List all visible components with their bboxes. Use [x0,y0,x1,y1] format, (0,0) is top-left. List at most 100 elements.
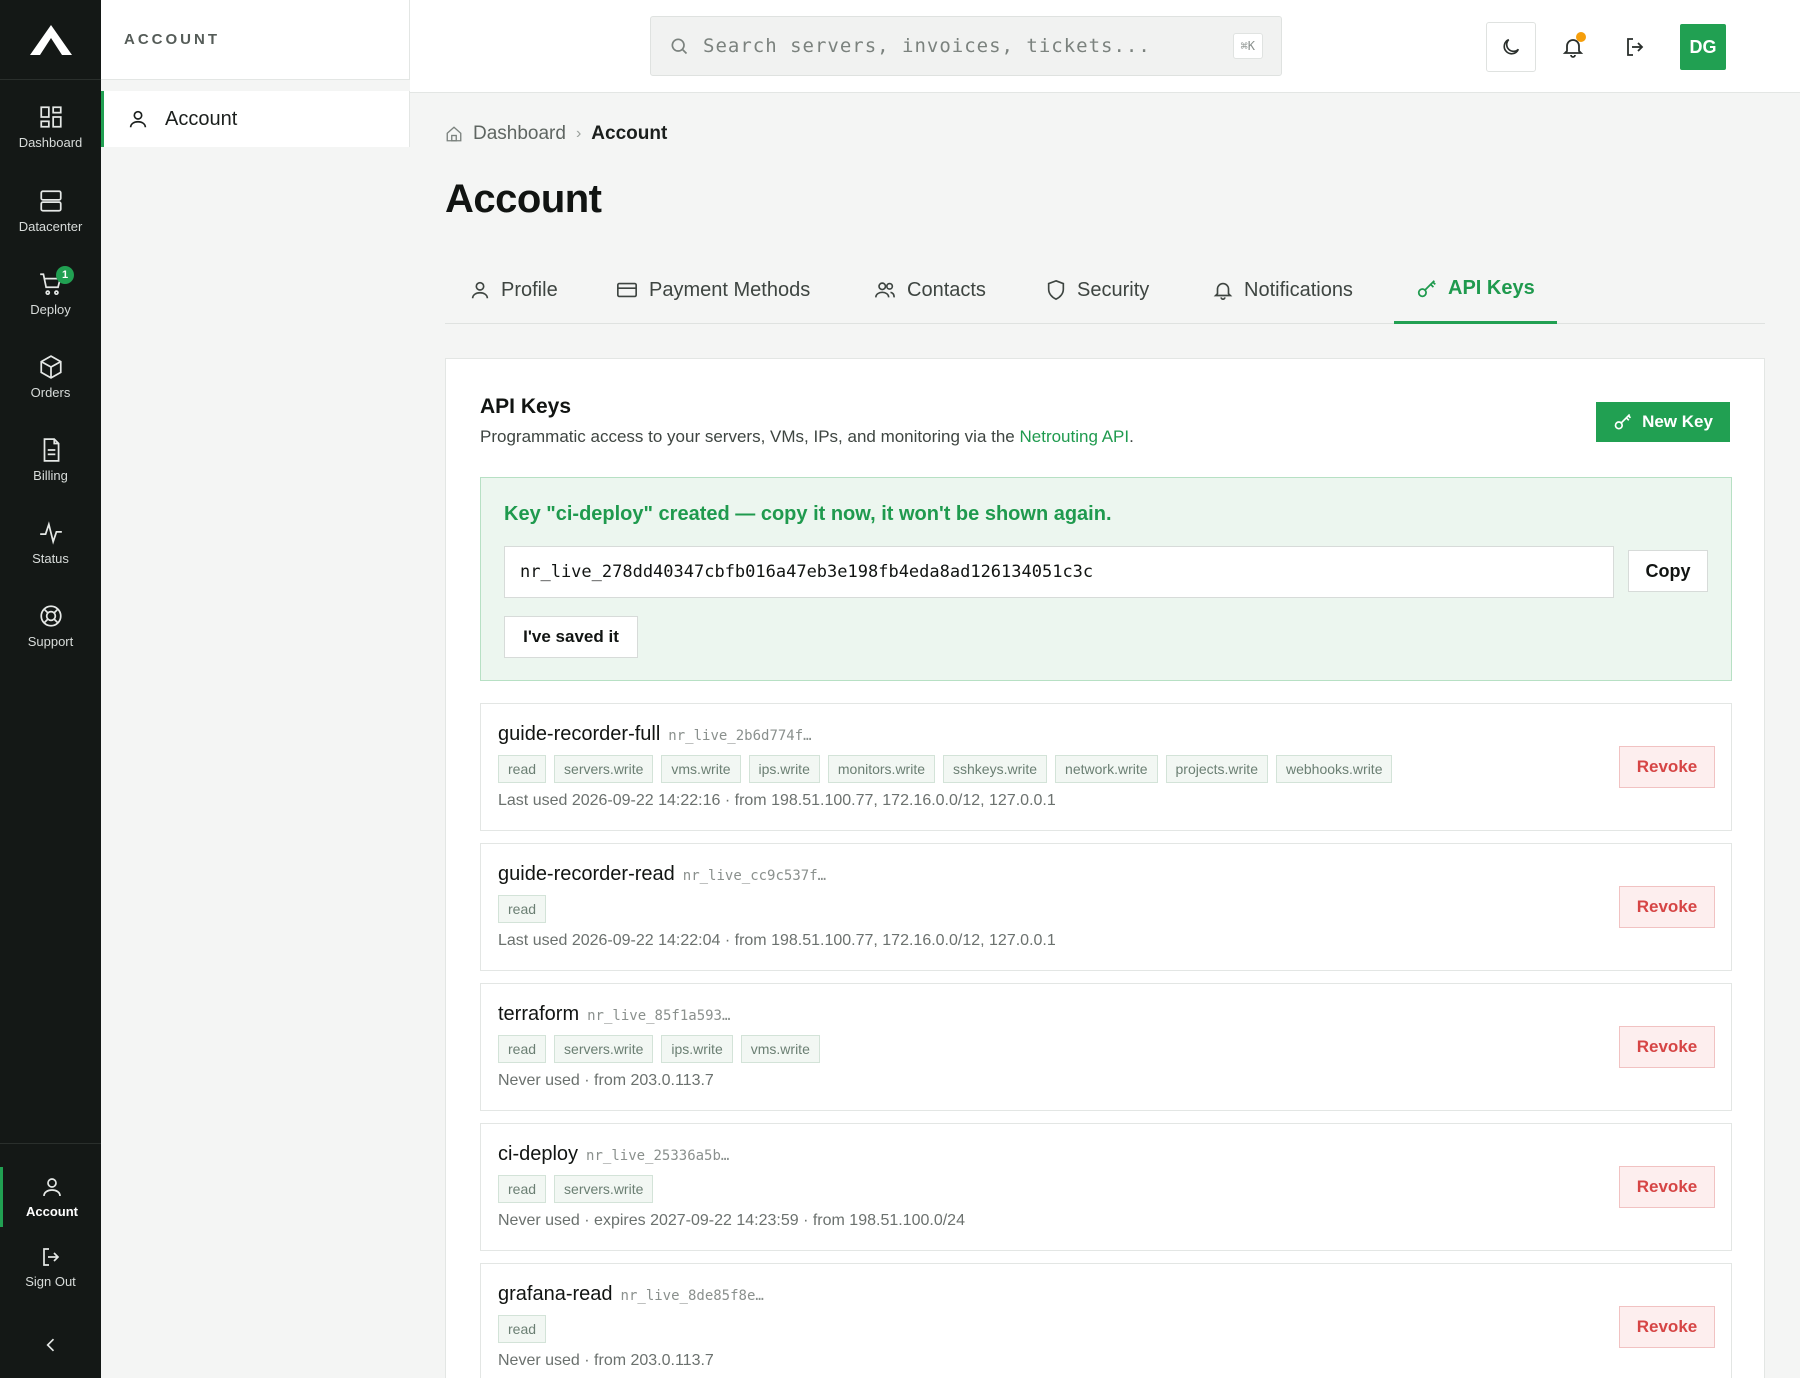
tab-api-keys[interactable]: API Keys [1394,256,1557,324]
tab-contacts[interactable]: Contacts [871,256,988,324]
api-key-row: guide-recorder-read nr_live_cc9c537f…read… [480,843,1732,971]
search-input[interactable] [703,35,1219,57]
tab-label: API Keys [1448,277,1535,299]
search-shortcut: ⌘K [1232,33,1263,59]
saved-key-button[interactable]: I've saved it [504,616,638,658]
api-key-prefix: nr_live_8de85f8e… [620,1288,764,1304]
new-key-label: New Key [1642,412,1713,431]
rail-item-orders[interactable]: Orders [0,341,101,413]
scope-badge: vms.write [661,755,741,783]
theme-toggle-button[interactable] [1486,22,1536,72]
revoke-key-button[interactable]: Revoke [1619,1306,1715,1348]
tab-profile[interactable]: Profile [467,256,560,324]
card-subtitle: Programmatic access to your servers, VMs… [480,427,1134,447]
sign-out-icon [1627,38,1644,56]
api-keys-card: API Keys Programmatic access to your ser… [445,358,1765,1378]
rail-item-label: Dashboard [18,135,83,150]
scope-badge: read [498,1035,547,1063]
key-icon [1417,279,1436,297]
subnav-item-account[interactable]: Account [101,91,410,147]
breadcrumb: Dashboard › Account [445,123,667,145]
cart-badge: 1 [56,266,74,284]
server-icon [39,190,62,212]
api-key-prefix: nr_live_2b6d774f… [668,728,812,744]
rail-item-deploy[interactable]: 1 Deploy [0,258,101,330]
api-key-name: guide-recorder-full [498,723,661,745]
account-tabs: Profile Payment Methods Contacts Securit… [445,256,1765,324]
page-title: Account [445,177,602,221]
tab-label: Notifications [1244,278,1353,301]
key-created-notice: Key "ci-deploy" created — copy it now, i… [480,477,1732,681]
rail-item-label: Support [27,634,74,649]
api-key-meta: Last used 2026-09-22 14:22:04 · from 198… [498,932,1056,949]
scope-badge: read [498,755,547,783]
credit-card-icon [617,282,637,298]
tab-security[interactable]: Security [1043,256,1151,324]
api-key-scopes: read servers.write [498,1175,654,1203]
api-key-name-line: guide-recorder-read nr_live_cc9c537f… [498,863,826,886]
global-search[interactable]: ⌘K [650,16,1282,76]
rail-item-dashboard[interactable]: Dashboard [0,91,101,163]
notifications-button[interactable] [1548,22,1598,72]
revoke-key-button[interactable]: Revoke [1619,886,1715,928]
key-icon [1614,413,1632,430]
breadcrumb-dashboard-link[interactable]: Dashboard [473,123,566,145]
package-icon [39,355,62,379]
api-key-row: grafana-read nr_live_8de85f8e…read Never u… [480,1263,1732,1378]
api-key-name-line: ci-deploy nr_live_25336a5b… [498,1143,729,1166]
api-key-row: terraform nr_live_85f1a593… read servers.wr… [480,983,1732,1111]
rail-item-account[interactable]: Account [0,1167,101,1227]
scope-badge: read [498,1175,547,1203]
tab-notifications[interactable]: Notifications [1210,256,1355,324]
home-icon [446,126,462,142]
sign-out-button[interactable] [1610,22,1660,72]
rail-item-datacenter[interactable]: Datacenter [0,175,101,247]
api-key-scopes: read [498,895,547,923]
api-key-scopes: read [498,1315,547,1343]
netrouting-api-link[interactable]: Netrouting API [1019,427,1129,446]
rail-item-billing[interactable]: Billing [0,424,101,496]
breadcrumb-separator: › [575,125,582,142]
tab-label: Security [1077,278,1150,301]
rail-item-label: Orders [30,385,71,400]
scope-badge: network.write [1055,755,1158,783]
api-key-meta: Never used · from 203.0.113.7 [498,1072,714,1089]
bell-icon [1213,282,1233,300]
revoke-key-button[interactable]: Revoke [1619,746,1715,788]
document-icon [43,438,59,462]
rail-item-label: Account [26,1204,78,1219]
api-key-name: terraform [498,1003,580,1025]
rail-item-sign-out[interactable]: Sign Out [0,1237,101,1297]
new-key-button[interactable]: New Key [1596,402,1730,442]
users-icon [875,282,895,298]
moon-icon [1503,38,1520,55]
avatar[interactable]: DG [1680,24,1726,70]
rail-item-label: Sign Out [25,1274,76,1289]
collapse-rail-button[interactable] [0,1320,101,1370]
rail-item-label: Status [32,551,69,566]
brand-logo[interactable] [0,0,101,80]
scope-badge: servers.write [554,755,654,783]
rail-item-support[interactable]: Support [0,590,101,662]
scope-badge: webhooks.write [1275,755,1393,783]
revoke-key-button[interactable]: Revoke [1619,1026,1715,1068]
scope-badge: ips.write [661,1035,733,1063]
api-key-scopes: read servers.write ips.write vms.write [498,1035,820,1063]
api-key-meta: Never used · from 203.0.113.7 [498,1352,714,1369]
notification-dot [1576,32,1586,42]
api-key-name-line: grafana-read nr_live_8de85f8e… [498,1283,764,1306]
rail-divider [0,1143,101,1144]
api-key-prefix: nr_live_cc9c537f… [682,868,827,884]
copy-key-button[interactable]: Copy [1628,550,1708,592]
rail-item-label: Billing [33,468,68,483]
tab-payment-methods[interactable]: Payment Methods [613,256,812,324]
rail-item-label: Deploy [30,302,71,317]
tab-label: Payment Methods [649,278,811,301]
scope-badge: vms.write [740,1035,820,1063]
pulse-icon [39,521,62,545]
user-icon [471,281,489,299]
revoke-key-button[interactable]: Revoke [1619,1166,1715,1208]
new-key-value[interactable]: nr_live_278dd40347cbfb016a47eb3e198fb4ed… [504,546,1614,598]
sign-out-icon [42,1248,59,1266]
rail-item-status[interactable]: Status [0,507,101,579]
